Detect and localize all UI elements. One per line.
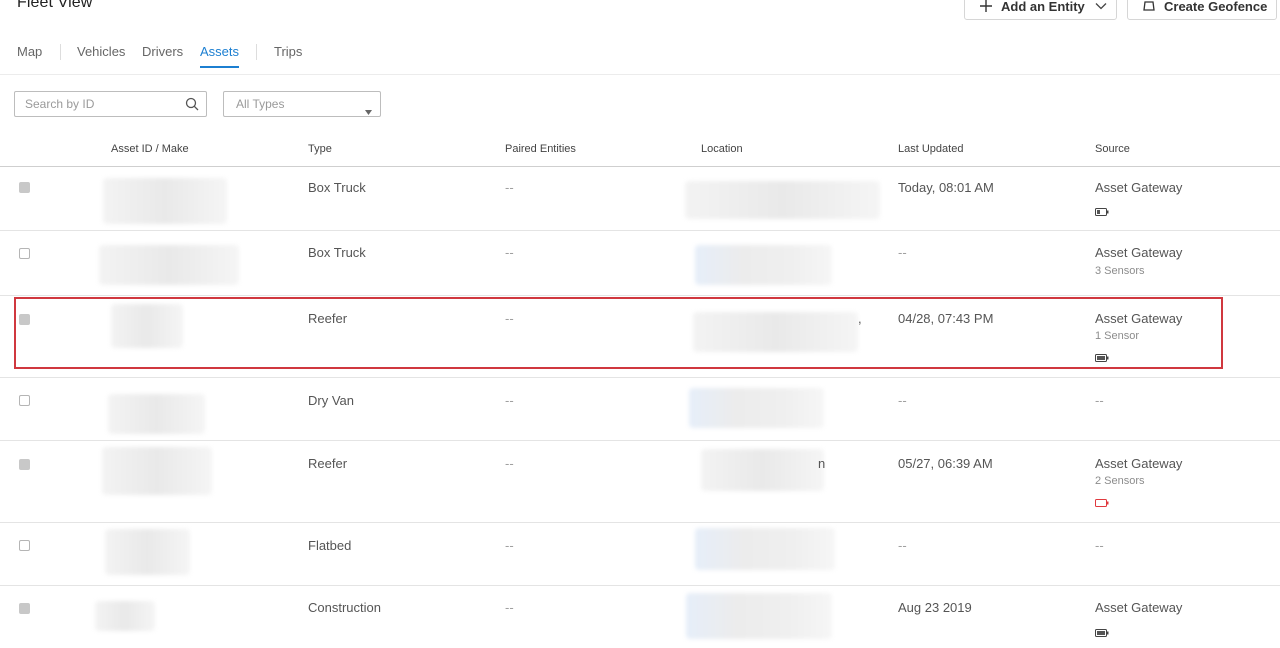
- battery-icon: [1095, 624, 1109, 642]
- location-redacted: [695, 528, 835, 570]
- chevron-down-icon: [1095, 2, 1107, 10]
- add-entity-button[interactable]: Add an Entity: [964, 0, 1117, 20]
- tab-vehicles[interactable]: Vehicles: [77, 44, 125, 68]
- asset-id-redacted: [108, 394, 205, 434]
- table-row[interactable]: Flatbed -- -- --: [0, 523, 1280, 586]
- asset-id-redacted: [99, 245, 239, 285]
- row-checkbox[interactable]: [19, 603, 30, 614]
- location-redacted: [689, 388, 824, 428]
- last-updated: --: [898, 393, 907, 408]
- search-input[interactable]: [25, 96, 185, 112]
- last-updated: 04/28, 07:43 PM: [898, 311, 994, 326]
- add-entity-label: Add an Entity: [1001, 0, 1085, 14]
- asset-id-redacted: [105, 529, 190, 575]
- asset-id-redacted: [103, 178, 227, 224]
- table-row[interactable]: Reefer -- n 05/27, 06:39 AM Asset Gatewa…: [0, 441, 1280, 523]
- asset-type: Flatbed: [308, 538, 352, 553]
- source: Asset Gateway: [1095, 456, 1183, 471]
- col-asset-id[interactable]: Asset ID / Make: [111, 143, 189, 155]
- asset-id-redacted: [111, 304, 183, 348]
- asset-id-redacted: [102, 447, 212, 495]
- tab-divider: [256, 44, 257, 60]
- asset-type: Construction: [308, 600, 381, 615]
- asset-type: Reefer: [308, 311, 348, 326]
- location-redacted: [701, 449, 824, 491]
- last-updated: --: [898, 245, 907, 260]
- col-source[interactable]: Source: [1095, 143, 1130, 155]
- col-location[interactable]: Location: [701, 143, 743, 155]
- col-paired-entities[interactable]: Paired Entities: [505, 143, 576, 155]
- table-row[interactable]: Reefer -- , 04/28, 07:43 PM Asset Gatewa…: [0, 296, 1280, 378]
- tab-bar: Map Vehicles Drivers Assets Trips: [0, 38, 1280, 75]
- asset-type: Box Truck: [308, 245, 366, 260]
- sensor-count: 1 Sensor: [1095, 330, 1140, 342]
- fleet-view-page: Fleet View Add an Entity Create Geofence…: [0, 0, 1280, 648]
- paired-entities: --: [505, 393, 514, 408]
- last-updated: Today, 08:01 AM: [898, 180, 994, 195]
- page-title: Fleet View: [17, 0, 93, 11]
- type-select[interactable]: All Types: [223, 91, 381, 117]
- paired-entities: --: [505, 600, 514, 615]
- search-box: [14, 91, 207, 117]
- sensor-count: 3 Sensors: [1095, 265, 1145, 277]
- location-redacted: [693, 312, 858, 352]
- plus-icon: [979, 0, 993, 13]
- type-select-value: All Types: [236, 97, 285, 111]
- col-last-updated[interactable]: Last Updated: [898, 143, 963, 155]
- table-row[interactable]: Dry Van -- -- --: [0, 378, 1280, 441]
- source: Asset Gateway: [1095, 245, 1183, 260]
- geofence-icon: [1142, 0, 1156, 13]
- location-redacted: [686, 593, 832, 639]
- table-header: Asset ID / Make Type Paired Entities Loc…: [0, 135, 1280, 167]
- asset-type: Box Truck: [308, 180, 366, 195]
- source: Asset Gateway: [1095, 311, 1183, 326]
- sensor-count: 2 Sensors: [1095, 475, 1145, 487]
- location-partial: ,: [858, 311, 862, 326]
- paired-entities: --: [505, 538, 514, 553]
- search-icon[interactable]: [185, 97, 199, 116]
- last-updated: Aug 23 2019: [898, 600, 972, 615]
- row-checkbox[interactable]: [19, 248, 30, 259]
- create-geofence-label: Create Geofence: [1164, 0, 1268, 14]
- col-type[interactable]: Type: [308, 143, 332, 155]
- caret-down-icon: [365, 102, 372, 120]
- row-checkbox[interactable]: [19, 182, 30, 193]
- row-checkbox[interactable]: [19, 540, 30, 551]
- asset-type: Dry Van: [308, 393, 354, 408]
- last-updated: 05/27, 06:39 AM: [898, 456, 993, 471]
- source: Asset Gateway: [1095, 600, 1183, 615]
- source: Asset Gateway: [1095, 180, 1183, 195]
- row-checkbox[interactable]: [19, 459, 30, 470]
- tab-trips[interactable]: Trips: [274, 44, 302, 68]
- paired-entities: --: [505, 311, 514, 326]
- asset-type: Reefer: [308, 456, 348, 471]
- battery-icon: [1095, 349, 1109, 367]
- tab-drivers[interactable]: Drivers: [142, 44, 183, 68]
- table-row[interactable]: Box Truck -- Today, 08:01 AM Asset Gatew…: [0, 166, 1280, 231]
- paired-entities: --: [505, 245, 514, 260]
- location-redacted: [685, 181, 880, 219]
- source: --: [1095, 538, 1104, 553]
- paired-entities: --: [505, 180, 514, 195]
- table-row[interactable]: Box Truck -- -- Asset Gateway 3 Sensors: [0, 231, 1280, 296]
- tab-map[interactable]: Map: [17, 44, 42, 68]
- last-updated: --: [898, 538, 907, 553]
- location-partial: n: [818, 456, 826, 471]
- row-checkbox[interactable]: [19, 314, 30, 325]
- battery-icon: [1095, 203, 1109, 221]
- row-checkbox[interactable]: [19, 395, 30, 406]
- create-geofence-button[interactable]: Create Geofence: [1127, 0, 1277, 20]
- table-row[interactable]: Construction -- Aug 23 2019 Asset Gatewa…: [0, 586, 1280, 648]
- location-redacted: [695, 245, 832, 285]
- source: --: [1095, 393, 1104, 408]
- paired-entities: --: [505, 456, 514, 471]
- battery-icon: [1095, 494, 1109, 512]
- asset-id-redacted: [95, 601, 155, 631]
- tab-divider: [60, 44, 61, 60]
- tab-assets[interactable]: Assets: [200, 44, 240, 68]
